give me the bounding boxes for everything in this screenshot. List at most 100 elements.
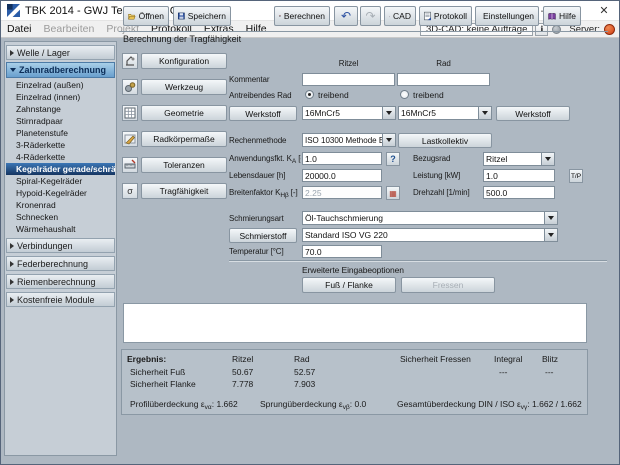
sidebar-category-kostenfreie-module[interactable]: Kostenfreie Module	[6, 292, 115, 307]
tool-button[interactable]: Werkzeug	[141, 79, 227, 95]
application-factor-input[interactable]	[302, 152, 382, 165]
application-factor-label: Anwendungsfkt. KA [-]	[229, 154, 301, 165]
wheel-body-button[interactable]: Radkörpermaße	[141, 131, 227, 147]
width-factor-calculator-button[interactable]: ▦	[386, 186, 400, 200]
dropdown-arrow-icon	[382, 134, 395, 146]
torque-power-toggle-button[interactable]: T/P	[569, 169, 583, 183]
save-disk-icon	[178, 12, 185, 20]
flank-safety-pinion-value: 7.778	[232, 379, 254, 389]
dropdown-arrow-icon	[544, 212, 557, 224]
tolerances-icon[interactable]	[122, 157, 138, 173]
results-title: Ergebnis:	[127, 354, 167, 364]
sidebar-item-kronenrad[interactable]: Kronenrad	[5, 199, 116, 211]
navigation-sidebar: Welle / Lager Zahnradberechnung Einzelra…	[4, 41, 117, 456]
reference-gear-dropdown[interactable]: Ritzel	[483, 152, 555, 166]
sidebar-item-hypoid-kegelraeder[interactable]: Hypoid-Kegelräder	[5, 187, 116, 199]
redo-button: ↷	[360, 6, 381, 26]
tolerances-button[interactable]: Toleranzen	[141, 157, 227, 173]
results-panel: Ergebnis: Ritzel Rad Sicherheit Fressen …	[121, 349, 588, 415]
comment-wheel-input[interactable]	[397, 73, 490, 86]
configuration-icon[interactable]	[122, 53, 138, 69]
redo-icon: ↷	[365, 9, 376, 23]
driving-pinion-radio-label[interactable]: treibend	[318, 90, 349, 100]
method-dropdown[interactable]: ISO 10300 Methode B1	[302, 133, 396, 147]
comment-label: Kommentar	[229, 75, 270, 84]
material-pinion-dropdown[interactable]: 16MnCr5	[302, 106, 396, 120]
app-window: TBK 2014 - GWJ Technology GmbH – □ ✕ Dat…	[0, 0, 620, 465]
expand-arrow-icon	[10, 260, 14, 267]
cad-button[interactable]: CAD	[384, 6, 416, 26]
lifetime-input[interactable]	[302, 169, 382, 182]
total-overlap-value: 1.662 / 1.662	[532, 399, 582, 409]
jump-overlap-text: Sprungüberdeckung εvβ: 0.0	[260, 399, 367, 411]
sidebar-item-einzelrad-innen[interactable]: Einzelrad (innen)	[5, 91, 116, 103]
lubricant-dropdown[interactable]: Standard ISO VG 220	[302, 228, 558, 242]
lubrication-type-dropdown[interactable]: Öl-Tauchschmierung	[302, 211, 558, 225]
driving-wheel-radio-label[interactable]: treibend	[413, 90, 444, 100]
sidebar-item-schnecken[interactable]: Schnecken	[5, 211, 116, 223]
driving-wheel-radio[interactable]	[400, 90, 409, 99]
profile-overlap-text: Profilüberdeckung εvα: 1.662	[130, 399, 238, 411]
sidebar-category-riemenberechnung[interactable]: Riemenberechnung	[6, 274, 115, 289]
load-capacity-button[interactable]: Tragfähigkeit	[141, 183, 227, 199]
material-wheel-button[interactable]: Werkstoff	[496, 106, 570, 121]
flash-value: ---	[545, 367, 554, 377]
protocol-button[interactable]: Protokoll	[419, 6, 472, 26]
lubricant-button[interactable]: Schmierstoff	[229, 228, 297, 243]
open-button[interactable]: Öffnen	[123, 6, 169, 26]
sidebar-item-zahnstange[interactable]: Zahnstange	[5, 103, 116, 115]
save-button[interactable]: Speichern	[173, 6, 231, 26]
menu-datei[interactable]: Datei	[1, 23, 38, 35]
sidebar-category-verbindungen[interactable]: Verbindungen	[6, 238, 115, 253]
undo-icon: ↶	[340, 9, 352, 23]
sidebar-item-einzelrad-aussen[interactable]: Einzelrad (außen)	[5, 79, 116, 91]
sidebar-item-stirnradpaar[interactable]: Stirnradpaar	[5, 115, 116, 127]
root-flank-button[interactable]: Fuß / Flanke	[302, 277, 396, 293]
sidebar-category-zahnradberechnung[interactable]: Zahnradberechnung	[6, 62, 115, 78]
load-capacity-sigma-icon[interactable]: σ	[122, 183, 138, 199]
load-spectrum-button[interactable]: Lastkollektiv	[398, 133, 492, 148]
undo-button[interactable]: ↶	[334, 6, 358, 26]
app-logo-icon	[7, 4, 20, 17]
settings-button[interactable]: Einstellungen	[475, 6, 539, 26]
flank-safety-label: Sicherheit Flanke	[130, 379, 196, 389]
width-factor-label: Breitenfaktor KHβ [-]	[229, 188, 298, 199]
material-wheel-dropdown[interactable]: 16MnCr5	[398, 106, 492, 120]
panel-title: Berechnung der Tragfähigkeit	[119, 31, 608, 46]
results-col-flash: Blitz	[542, 354, 559, 364]
sidebar-item-4-raederkette[interactable]: 4-Räderkette	[5, 151, 116, 163]
sidebar-item-spiral-kegelraeder[interactable]: Spiral-Kegelräder	[5, 175, 116, 187]
sidebar-category-welle-lager[interactable]: Welle / Lager	[6, 45, 115, 60]
results-col-integral: Integral	[494, 354, 523, 364]
sidebar-item-3-raederkette[interactable]: 3-Räderkette	[5, 139, 116, 151]
close-button[interactable]: ✕	[589, 1, 619, 20]
material-pinion-button[interactable]: Werkstoff	[229, 106, 297, 121]
geometry-button[interactable]: Geometrie	[141, 105, 227, 121]
section-divider	[229, 260, 607, 262]
root-safety-label: Sicherheit Fuß	[130, 367, 186, 377]
configuration-button[interactable]: Konfiguration	[141, 53, 227, 69]
wheel-body-icon[interactable]	[122, 131, 138, 147]
integral-value: ---	[499, 367, 508, 377]
speed-input[interactable]	[483, 186, 555, 199]
temperature-input[interactable]	[302, 245, 382, 258]
driving-pinion-radio[interactable]	[305, 90, 314, 99]
sidebar-item-waermehaushalt[interactable]: Wärmehaushalt	[5, 223, 116, 235]
sidebar-item-kegelraeder-selected[interactable]: Kegelräder gerade/schräg	[6, 163, 115, 175]
help-button[interactable]: Hilfe	[543, 6, 581, 26]
comment-pinion-input[interactable]	[302, 73, 395, 86]
tool-gears-icon[interactable]	[122, 79, 138, 95]
temperature-label: Temperatur [°C]	[229, 247, 284, 256]
calculate-button[interactable]: Berechnen	[274, 6, 330, 26]
sidebar-item-planetenstufe[interactable]: Planetenstufe	[5, 127, 116, 139]
root-safety-pinion-value: 50.67	[232, 367, 254, 377]
application-factor-help-button[interactable]: ?	[386, 152, 400, 166]
column-header-pinion: Ritzel	[338, 59, 359, 68]
sidebar-category-federberechnung[interactable]: Federberechnung	[6, 256, 115, 271]
geometry-grid-icon[interactable]	[122, 105, 138, 121]
power-input[interactable]	[483, 169, 555, 182]
cad-chart-icon	[389, 15, 390, 17]
document-icon	[424, 11, 431, 21]
expand-arrow-icon	[10, 242, 14, 249]
flank-safety-wheel-value: 7.903	[294, 379, 316, 389]
